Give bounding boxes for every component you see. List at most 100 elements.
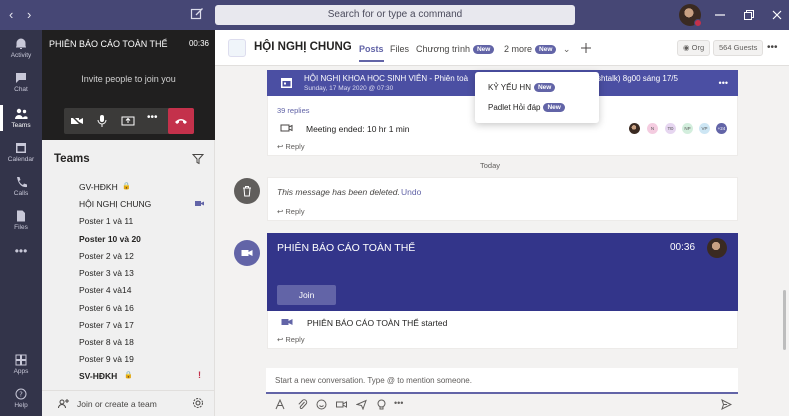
add-tab-icon[interactable]	[581, 43, 591, 53]
rail-label: Teams	[11, 122, 31, 129]
share-screen-icon[interactable]	[121, 114, 135, 128]
live-meeting-title: PHIÊN BÁO CÁO TOÀN THỂ	[277, 242, 416, 254]
channel-item[interactable]: Poster 1 và 11	[79, 216, 133, 226]
rail-teams[interactable]: Teams	[0, 105, 42, 131]
channel-item[interactable]: Poster 6 và 16	[79, 303, 134, 313]
join-meeting-button[interactable]: Join	[277, 285, 336, 305]
channel-item[interactable]: SV-HĐKH	[79, 371, 117, 381]
channel-item[interactable]: Poster 4 và14	[79, 285, 131, 295]
compose-input[interactable]: Start a new conversation. Type @ to ment…	[266, 368, 738, 394]
reply-button[interactable]: ↩ Reply	[277, 335, 305, 344]
hang-up-button[interactable]	[168, 108, 194, 134]
live-meeting-card: PHIÊN BÁO CÁO TOÀN THỂ 00:36 Join	[267, 233, 738, 311]
scrollbar[interactable]	[783, 290, 786, 350]
channel-item[interactable]: Poster 7 và 17	[79, 320, 134, 330]
rail-help[interactable]: ? Help	[0, 388, 42, 409]
tab-label: Chương trình	[416, 44, 470, 54]
emoji-icon[interactable]	[316, 399, 327, 410]
search-input[interactable]: Search for or type a command	[215, 5, 575, 25]
channel-item[interactable]: Poster 9 và 19	[79, 354, 134, 364]
meeting-date: Sunday, 17 May 2020 @ 07:30	[304, 85, 394, 92]
meet-now-icon[interactable]	[336, 399, 347, 410]
back-arrow-icon[interactable]: ‹	[9, 7, 13, 22]
meeting-time: 00:36	[188, 39, 209, 48]
reply-button[interactable]: ↩ Reply	[277, 142, 305, 151]
rail-chat[interactable]: Chat	[0, 72, 42, 93]
tab-posts[interactable]: Posts	[359, 44, 384, 62]
more-options-icon[interactable]: •••	[767, 42, 778, 53]
microphone-icon[interactable]	[95, 114, 109, 128]
deleted-avatar	[234, 178, 260, 204]
channel-header: HỘI NGHỊ CHUNG Posts Files Chương trình N…	[215, 30, 789, 66]
reply-label: Reply	[285, 207, 305, 216]
rail-activity[interactable]: Activity	[0, 38, 42, 59]
lock-icon: 🔒	[122, 183, 131, 190]
sticker-icon[interactable]	[356, 399, 367, 410]
menu-item-ky-yeu[interactable]: KỶ YẾU HN New	[488, 83, 556, 92]
settings-icon[interactable]	[192, 397, 204, 409]
reply-button[interactable]: ↩ Reply	[277, 207, 305, 216]
channel-item[interactable]: Poster 10 và 20	[79, 234, 141, 244]
channel-item[interactable]: HỘI NGHỊ CHUNG	[79, 199, 151, 209]
minimize-icon[interactable]	[714, 10, 726, 20]
more-apps-icon[interactable]: •••	[0, 244, 42, 258]
participant-avatar[interactable]: N	[647, 123, 658, 134]
participant-avatar[interactable]: NP	[682, 123, 693, 134]
meeting-ended: Meeting ended: 10 hr 1 min	[306, 124, 410, 134]
forward-arrow-icon[interactable]: ›	[27, 7, 31, 22]
hang-up-icon	[175, 119, 187, 124]
channel-item[interactable]: GV-HĐKH	[79, 182, 118, 192]
format-icon[interactable]	[275, 399, 286, 410]
channel-item[interactable]: Poster 3 và 13	[79, 268, 134, 278]
close-icon[interactable]	[771, 9, 783, 21]
replies-count[interactable]: 39 replies	[277, 106, 310, 115]
more-options-icon[interactable]: •••	[719, 78, 728, 88]
organizer-avatar	[707, 238, 727, 258]
participant-avatar[interactable]	[629, 123, 640, 134]
chevron-down-icon: ⌄	[562, 44, 571, 54]
rail-calls[interactable]: Calls	[0, 176, 42, 197]
tab-files[interactable]: Files	[390, 44, 409, 54]
camera-off-icon[interactable]	[70, 114, 84, 128]
tab-more[interactable]: 2 more New ⌄	[504, 44, 570, 55]
team-name: HỘI NGHỊ CHUNG	[254, 41, 352, 53]
rail-files[interactable]: Files	[0, 210, 42, 231]
tab-chuong-trinh[interactable]: Chương trình New	[416, 44, 495, 54]
meeting-title: PHIÊN BÁO CÁO TOÀN THỂ	[49, 39, 168, 49]
attach-icon[interactable]	[297, 399, 308, 410]
reply-icon: ↩	[277, 207, 284, 216]
send-icon[interactable]	[721, 399, 732, 410]
trash-icon	[243, 186, 251, 197]
apps-icon	[15, 354, 27, 366]
rail-calendar[interactable]: Calendar	[0, 142, 42, 163]
rail-label: Chat	[14, 86, 28, 93]
participant-avatar[interactable]: VP	[699, 123, 710, 134]
guests-button[interactable]: 564 Guests	[713, 40, 764, 56]
menu-item-padlet[interactable]: Padlet Hỏi đáp New	[488, 103, 565, 112]
video-icon	[241, 250, 253, 256]
meeting-started-post: PHIÊN BÁO CÁO TOÀN THỂ started ↩ Reply	[267, 311, 738, 349]
live-meeting-time: 00:36	[670, 242, 696, 253]
calendar-icon	[16, 143, 26, 153]
invite-text[interactable]: Invite people to join you	[42, 74, 215, 84]
rail-label: Files	[14, 224, 28, 231]
restore-icon[interactable]	[743, 9, 755, 21]
participant-avatar[interactable]: TĐ	[665, 123, 676, 134]
praise-icon[interactable]	[376, 399, 387, 410]
compose-icon[interactable]	[190, 7, 204, 21]
profile-avatar[interactable]	[679, 4, 702, 27]
rail-apps[interactable]: Apps	[0, 354, 42, 375]
join-create-label: Join or create a team	[77, 399, 157, 409]
filter-icon[interactable]	[192, 153, 204, 165]
meeting-panel: PHIÊN BÁO CÁO TOÀN THỂ 00:36 Invite peop…	[42, 30, 215, 140]
more-options-icon[interactable]: •••	[147, 112, 161, 126]
channel-item[interactable]: Poster 2 và 12	[79, 251, 134, 261]
join-create-team[interactable]: Join or create a team	[42, 390, 214, 416]
more-options-icon[interactable]: •••	[394, 398, 408, 409]
org-button[interactable]: ◉ Org	[677, 40, 711, 56]
undo-link[interactable]: Undo	[401, 187, 421, 197]
bell-icon	[16, 38, 26, 49]
new-badge: New	[472, 45, 495, 54]
more-participants[interactable]: +24	[716, 123, 727, 134]
channel-item[interactable]: Poster 8 và 18	[79, 337, 134, 347]
